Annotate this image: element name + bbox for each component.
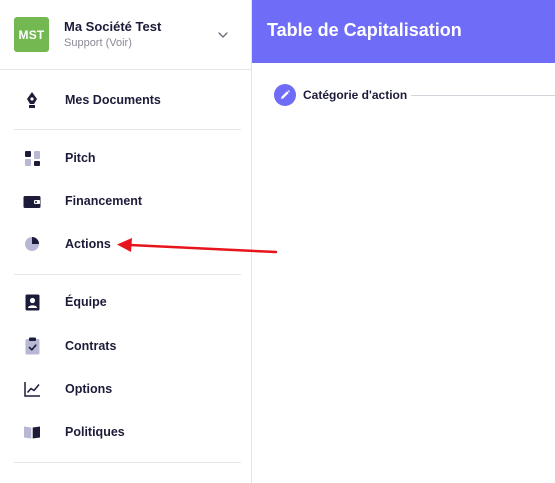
sidebar-item-pitch[interactable]: Pitch — [0, 138, 251, 178]
page-title: Table de Capitalisation — [267, 20, 462, 40]
person-badge-icon — [23, 293, 41, 311]
sidebar-item-label: Équipe — [65, 295, 107, 309]
sidebar-item-label: Options — [65, 382, 113, 396]
sidebar-item-label: Contrats — [65, 339, 117, 353]
sidebar: MST Ma Société Test Support (Voir) Mes D… — [0, 0, 252, 483]
pie-chart-icon — [23, 235, 41, 253]
sidebar-item-documents[interactable]: Mes Documents — [0, 80, 251, 120]
sidebar-item-label: Pitch — [65, 151, 96, 165]
main-content: Catégorie d'action — [252, 63, 555, 483]
sidebar-divider — [14, 274, 241, 275]
sidebar-item-label: Actions — [65, 237, 111, 251]
sidebar-item-actions[interactable]: Actions — [0, 224, 251, 264]
sidebar-divider — [14, 129, 241, 130]
company-role: Support (Voir) — [64, 37, 132, 49]
sidebar-item-contrats[interactable]: Contrats — [0, 326, 251, 366]
clipboard-check-icon — [23, 337, 41, 355]
app: MST Ma Société Test Support (Voir) Mes D… — [0, 0, 555, 483]
step-indicator[interactable] — [274, 84, 296, 106]
pen-nib-icon — [23, 91, 41, 109]
pencil-icon — [281, 90, 290, 99]
sidebar-item-financement[interactable]: Financement — [0, 181, 251, 221]
sidebar-item-label: Mes Documents — [65, 93, 161, 107]
sidebar-item-options[interactable]: Options — [0, 369, 251, 409]
layout-blocks-icon — [23, 149, 41, 167]
company-switcher[interactable]: MST Ma Société Test Support (Voir) — [0, 0, 251, 70]
wallet-icon — [23, 192, 41, 210]
company-avatar: MST — [14, 17, 49, 52]
step-label: Catégorie d'action — [303, 88, 408, 102]
page-header: Table de Capitalisation — [252, 0, 555, 63]
sidebar-item-equipe[interactable]: Équipe — [0, 282, 251, 322]
step-connector — [411, 95, 555, 96]
sidebar-item-label: Financement — [65, 194, 143, 208]
line-chart-icon — [23, 380, 41, 398]
sidebar-item-politiques[interactable]: Politiques — [0, 412, 251, 452]
sidebar-divider — [14, 462, 241, 463]
company-name: Ma Société Test — [64, 19, 162, 34]
open-book-icon — [23, 423, 41, 441]
sidebar-item-label: Politiques — [65, 425, 125, 439]
chevron-down-icon[interactable] — [217, 29, 229, 41]
